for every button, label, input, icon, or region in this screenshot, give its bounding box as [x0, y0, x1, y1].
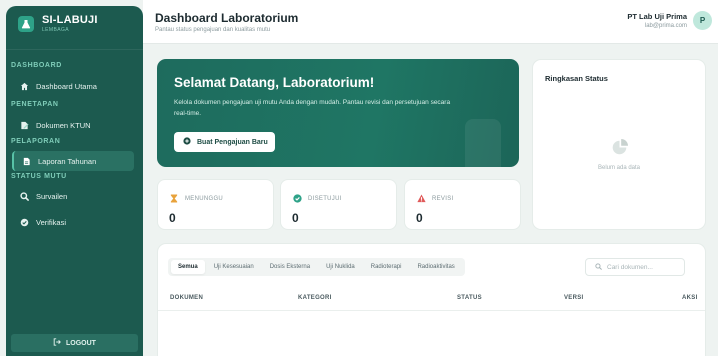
sidebar-item-survailen[interactable]: Survailen [12, 186, 134, 206]
section-label-dashboard: DASHBOARD [11, 62, 62, 69]
page-title: Dashboard Laboratorium [155, 11, 299, 25]
brand-name: SI-LABUJI [42, 14, 98, 26]
stat-label: REVISI [432, 196, 454, 202]
column-header-versi[interactable]: VERSI [564, 295, 584, 301]
check-circle-icon [292, 193, 302, 203]
tab-dosis-eksterna[interactable]: Dosis Eksterna [263, 260, 317, 274]
section-label-penetapan: PENETAPAN [11, 101, 59, 108]
user-name[interactable]: PT Lab Uji Prima [627, 12, 687, 21]
tab-semua[interactable]: Semua [171, 260, 205, 274]
sidebar-item-label: Laporan Tahunan [38, 156, 97, 166]
welcome-banner: Selamat Datang, Laboratorium! Kelola dok… [157, 59, 519, 167]
empty-state-text: Belum ada data [597, 165, 641, 171]
status-summary-title: Ringkasan Status [545, 74, 608, 83]
divider [6, 49, 143, 50]
warning-icon [416, 193, 426, 203]
avatar[interactable]: P [693, 11, 712, 30]
stat-label: DISETUJUI [308, 196, 342, 202]
table-header: DOKUMEN KATEGORI STATUS VERSI AKSI [158, 289, 705, 311]
top-header: Dashboard Laboratorium Pantau status pen… [143, 0, 718, 44]
sidebar-item-label: Survailen [36, 191, 68, 201]
stat-value: 0 [416, 211, 423, 225]
tab-radioterapi[interactable]: Radioterapi [364, 260, 409, 274]
tab-uji-nuklida[interactable]: Uji Nuklida [319, 260, 362, 274]
stat-value: 0 [169, 211, 176, 225]
search-icon [20, 191, 29, 201]
sidebar: SI-LABUJI LEMBAGA DASHBOARD Dashboard Ut… [6, 6, 143, 356]
stat-value: 0 [292, 211, 299, 225]
sidebar-item-verifikasi[interactable]: Verifikasi [12, 212, 134, 232]
column-header-dokumen[interactable]: DOKUMEN [170, 295, 203, 301]
sidebar-item-dokumen-ktun[interactable]: Dokumen KTUN [12, 115, 134, 135]
new-submission-button[interactable]: Buat Pengajuan Baru [174, 132, 275, 152]
report-icon [22, 157, 31, 166]
category-tabs: Semua Uji Kesesuaian Dosis Eksterna Uji … [168, 258, 465, 276]
home-icon [20, 82, 29, 91]
user-email: lab@prima.com [644, 23, 687, 29]
column-header-status[interactable]: STATUS [457, 295, 482, 301]
check-circle-icon [20, 218, 29, 227]
plus-circle-icon [183, 137, 191, 147]
search-placeholder: Cari dokumen... [607, 263, 653, 271]
hourglass-icon [169, 193, 179, 203]
section-label-status-mutu: STATUS MUTU [11, 173, 67, 180]
stat-card-revisi[interactable]: REVISI 0 [404, 179, 521, 230]
section-label-pelaporan: PELAPORAN [11, 138, 61, 145]
stat-card-disetujui[interactable]: DISETUJUI 0 [280, 179, 397, 230]
search-input[interactable]: Cari dokumen... [585, 258, 685, 276]
sidebar-item-laporan-tahunan[interactable]: Laporan Tahunan [12, 151, 134, 171]
sidebar-item-label: Dashboard Utama [36, 81, 97, 91]
logout-button[interactable]: LOGOUT [11, 334, 138, 352]
logout-icon [53, 338, 61, 348]
documents-panel: Semua Uji Kesesuaian Dosis Eksterna Uji … [157, 243, 706, 356]
welcome-text: Kelola dokumen pengajuan uji mutu Anda d… [174, 99, 451, 117]
stat-label: MENUNGGU [185, 196, 224, 202]
brand[interactable]: SI-LABUJI LEMBAGA [18, 14, 98, 33]
sidebar-item-label: Dokumen KTUN [36, 120, 91, 130]
pie-chart-icon [611, 139, 628, 161]
column-header-aksi[interactable]: AKSI [682, 295, 698, 301]
welcome-title: Selamat Datang, Laboratorium! [174, 75, 375, 90]
document-edit-icon [20, 121, 29, 130]
page-subtitle: Pantau status pengajuan dan kualitas mut… [155, 27, 271, 33]
new-submission-label: Buat Pengajuan Baru [197, 138, 268, 146]
tab-uji-kesesuaian[interactable]: Uji Kesesuaian [207, 260, 261, 274]
sidebar-item-dashboard-utama[interactable]: Dashboard Utama [12, 76, 134, 96]
column-header-kategori[interactable]: KATEGORI [298, 295, 332, 301]
lab-flask-icon [18, 15, 34, 32]
stat-card-menunggu[interactable]: MENUNGGU 0 [157, 179, 274, 230]
sidebar-item-label: Verifikasi [36, 217, 67, 227]
decorative-shape [465, 119, 501, 167]
brand-subtitle: LEMBAGA [42, 27, 69, 33]
logout-label: LOGOUT [66, 339, 96, 347]
tab-radioaktivitas[interactable]: Radioaktivitas [410, 260, 461, 274]
search-icon [595, 262, 602, 272]
status-summary-card: Ringkasan Status Belum ada data [532, 59, 706, 230]
